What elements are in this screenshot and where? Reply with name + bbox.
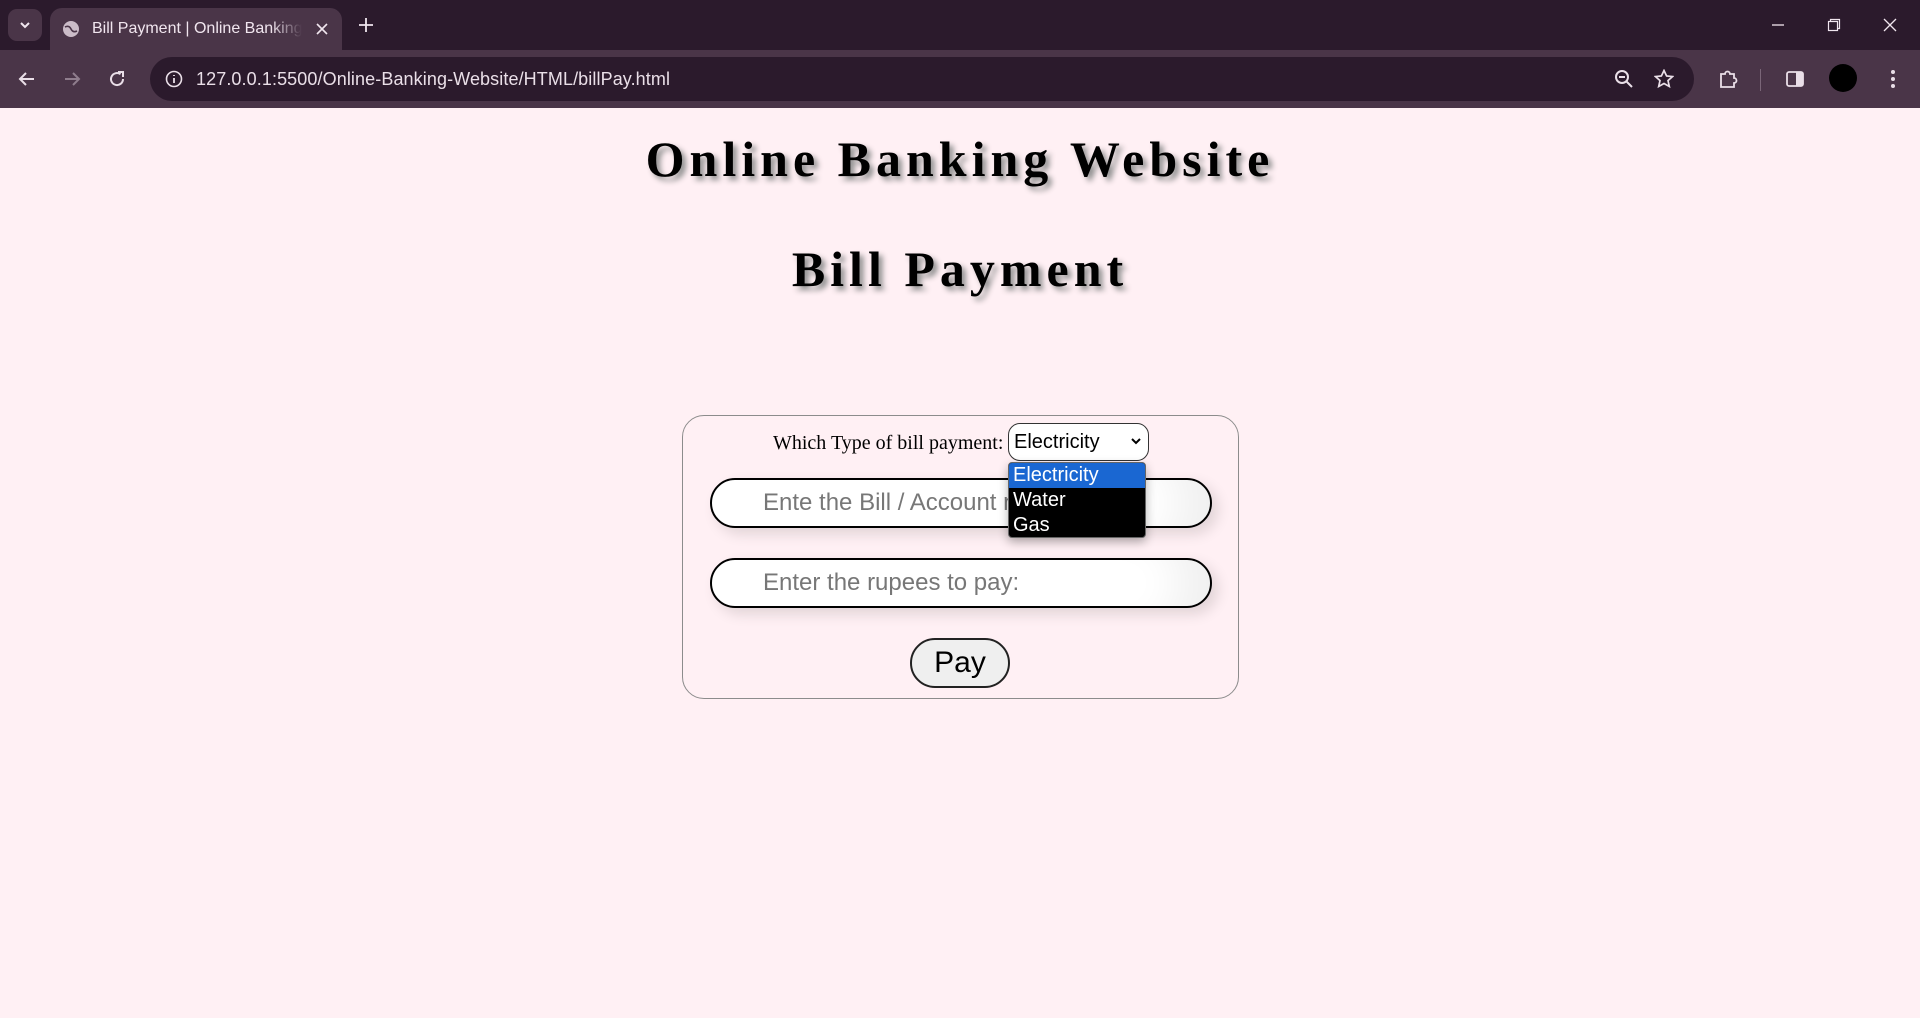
bill-type-select[interactable]: Electricity (1008, 423, 1149, 461)
side-panel-icon[interactable] (1777, 61, 1813, 97)
forward-button[interactable] (54, 61, 90, 97)
chevron-down-icon (1131, 438, 1141, 445)
bookmark-star-icon[interactable] (1650, 65, 1678, 93)
reload-icon (110, 71, 125, 87)
browser-tab-strip: Bill Payment | Online Banking Website (0, 0, 1920, 50)
new-tab-button[interactable] (352, 11, 380, 39)
bill-type-label: Which Type of bill payment: (773, 432, 1004, 454)
reload-button[interactable] (99, 61, 135, 97)
bill-type-selected-value: Electricity (1014, 430, 1100, 453)
plus-icon (359, 18, 373, 32)
bill-payment-form: Which Type of bill payment: Electricity … (682, 415, 1239, 699)
page-title: Bill Payment (791, 241, 1129, 297)
chevron-down-icon (20, 22, 30, 29)
url-text[interactable]: 127.0.0.1:5500/Online-Banking-Website/HT… (196, 69, 670, 90)
back-button[interactable] (9, 61, 45, 97)
zoom-icon[interactable] (1610, 65, 1638, 93)
bill-type-dropdown: Electricity Water Gas (1008, 462, 1146, 538)
address-bar[interactable]: 127.0.0.1:5500/Online-Banking-Website/HT… (150, 57, 1694, 101)
tab-search-button[interactable] (8, 9, 42, 41)
tab-title: Bill Payment | Online Banking Website (92, 20, 302, 37)
restore-button[interactable] (1806, 0, 1862, 50)
amount-input[interactable] (712, 560, 1210, 606)
active-tab[interactable]: Bill Payment | Online Banking Website (50, 8, 342, 50)
minimize-button[interactable] (1750, 0, 1806, 50)
site-title: Online Banking Website (645, 131, 1275, 187)
extensions-icon[interactable] (1710, 61, 1746, 97)
restore-icon (1827, 18, 1841, 32)
option-gas[interactable]: Gas (1009, 513, 1145, 537)
toolbar-divider (1760, 69, 1761, 91)
close-tab-icon[interactable] (312, 19, 332, 39)
close-window-button[interactable] (1862, 0, 1918, 50)
minimize-icon (1772, 24, 1784, 26)
arrow-right-icon (65, 72, 81, 86)
page-content: Online Banking Website Bill Payment Whic… (0, 108, 1920, 1018)
browser-toolbar: 127.0.0.1:5500/Online-Banking-Website/HT… (0, 50, 1920, 108)
site-info-icon[interactable] (160, 65, 188, 93)
option-water[interactable]: Water (1009, 488, 1145, 513)
close-icon (1883, 18, 1897, 32)
menu-kebab-icon[interactable] (1875, 61, 1911, 97)
amount-field[interactable] (710, 558, 1212, 608)
globe-icon (62, 20, 80, 38)
profile-avatar[interactable] (1829, 64, 1857, 92)
arrow-left-icon (18, 72, 34, 86)
pay-button[interactable]: Pay (910, 638, 1010, 688)
option-electricity[interactable]: Electricity (1009, 463, 1145, 488)
